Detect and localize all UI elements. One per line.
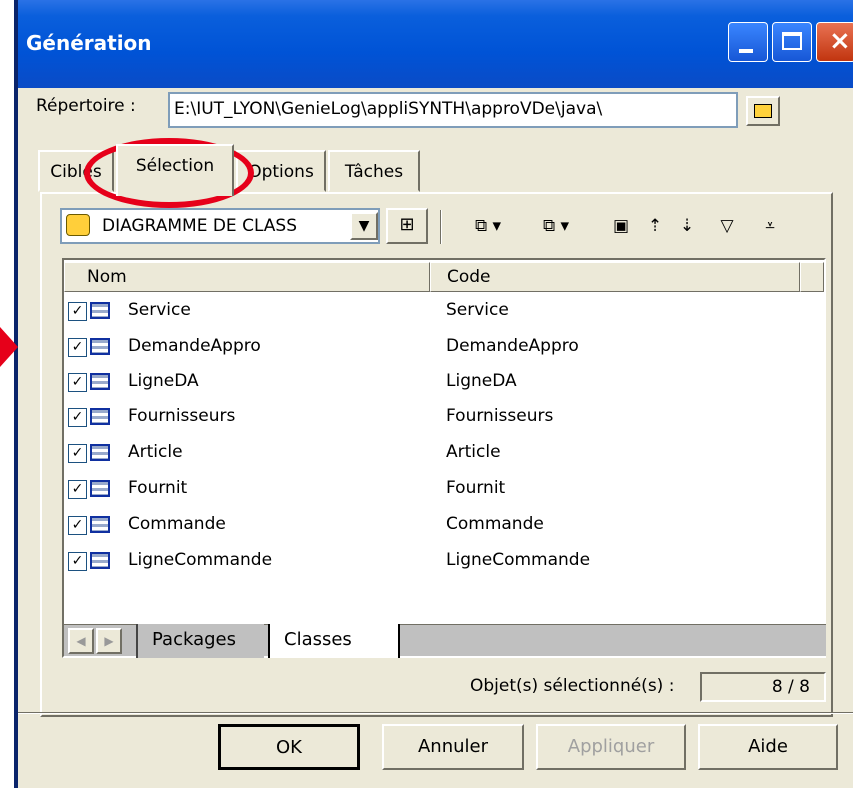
ok-button[interactable]: OK xyxy=(218,724,360,770)
move-down-button[interactable]: ⇣ xyxy=(672,210,702,244)
class-icon xyxy=(90,480,110,497)
row-code: Fournisseurs xyxy=(446,406,554,426)
repertoire-label: Répertoire : xyxy=(36,96,136,116)
filter-icon: ▽ xyxy=(720,216,734,236)
table-row[interactable]: ✓ LigneCommande LigneCommande xyxy=(68,546,788,580)
maximize-button[interactable] xyxy=(772,22,812,62)
row-code: LigneDA xyxy=(446,371,517,391)
browse-folder-button[interactable] xyxy=(746,96,780,126)
column-header-nom[interactable]: Nom xyxy=(64,262,430,292)
table-row[interactable]: ✓ Fournit Fournit xyxy=(68,474,788,508)
maximize-icon xyxy=(782,32,802,50)
apply-button[interactable]: Appliquer xyxy=(536,724,686,770)
table-row[interactable]: ✓ Article Article xyxy=(68,438,788,472)
divider xyxy=(18,712,853,714)
row-code: Service xyxy=(446,300,509,320)
row-code: Fournit xyxy=(446,478,506,498)
row-name: LigneDA xyxy=(128,371,199,391)
row-name: Fournit xyxy=(128,478,188,498)
select-all-button[interactable]: ⧉ ▾ xyxy=(462,210,514,244)
class-icon xyxy=(90,408,110,425)
graphical-selection-icon: ▣ xyxy=(612,216,630,236)
checkbox-checked[interactable]: ✓ xyxy=(68,338,87,357)
chevron-down-icon: ▼ xyxy=(358,218,370,234)
hierarchy-button[interactable]: ⊞ xyxy=(386,208,428,244)
checkbox-checked[interactable]: ✓ xyxy=(68,516,87,535)
class-icon xyxy=(90,444,110,461)
column-header-code[interactable]: Code xyxy=(430,262,800,292)
tab-selection[interactable]: Sélection xyxy=(116,144,234,196)
row-code: Article xyxy=(446,442,501,462)
hierarchy-icon: ⊞ xyxy=(399,214,415,235)
table-row[interactable]: ✓ Commande Commande xyxy=(68,510,788,544)
scroll-right-button[interactable]: ▶ xyxy=(96,628,122,654)
row-code: DemandeAppro xyxy=(446,336,579,356)
diagram-select[interactable]: DIAGRAMME DE CLASS xyxy=(60,208,380,244)
class-icon xyxy=(90,516,110,533)
tab-taches[interactable]: Tâches xyxy=(328,150,420,192)
class-icon xyxy=(90,338,110,355)
checkbox-checked[interactable]: ✓ xyxy=(68,444,87,463)
minimize-button[interactable] xyxy=(728,22,768,62)
help-button[interactable]: Aide xyxy=(698,724,838,770)
table-row[interactable]: ✓ LigneDA LigneDA xyxy=(68,367,788,401)
filter-settings-icon: ⩡ xyxy=(765,216,775,236)
row-name: DemandeAppro xyxy=(128,336,261,356)
row-code: Commande xyxy=(446,514,544,534)
arrow-right-icon: ▶ xyxy=(104,634,114,648)
deselect-all-icon: ⧉ ▾ xyxy=(542,216,570,236)
row-name: Article xyxy=(128,442,183,462)
move-down-icon: ⇣ xyxy=(679,216,695,236)
class-icon xyxy=(90,552,110,569)
diagram-icon xyxy=(66,214,90,236)
filter-settings-button[interactable]: ⩡ xyxy=(750,210,790,244)
move-up-button[interactable]: ⇡ xyxy=(640,210,670,244)
table-row[interactable]: ✓ DemandeAppro DemandeAppro xyxy=(68,332,788,366)
toolbar-divider xyxy=(440,210,442,244)
selected-count-label: Objet(s) sélectionné(s) : xyxy=(470,676,675,696)
arrow-right-icon xyxy=(0,327,18,367)
select-all-icon: ⧉ ▾ xyxy=(474,216,502,236)
row-name: Service xyxy=(128,300,191,320)
cancel-button[interactable]: Annuler xyxy=(382,724,524,770)
checkbox-checked[interactable]: ✓ xyxy=(68,302,87,321)
checkbox-checked[interactable]: ✓ xyxy=(68,480,87,499)
table-row[interactable]: ✓ Fournisseurs Fournisseurs xyxy=(68,402,788,436)
window-title: Génération xyxy=(26,31,152,55)
arrow-left-icon: ◀ xyxy=(76,634,86,648)
dropdown-button[interactable]: ▼ xyxy=(350,212,378,240)
folder-icon xyxy=(754,104,772,118)
row-name: Commande xyxy=(128,514,226,534)
filter-button[interactable]: ▽ xyxy=(708,210,746,244)
checkbox-checked[interactable]: ✓ xyxy=(68,373,87,392)
move-up-icon: ⇡ xyxy=(647,216,663,236)
scroll-left-button[interactable]: ◀ xyxy=(68,628,94,654)
minimize-icon xyxy=(739,49,753,53)
deselect-all-button[interactable]: ⧉ ▾ xyxy=(530,210,582,244)
class-icon xyxy=(90,302,110,319)
selected-count-value: 8 / 8 xyxy=(700,672,826,702)
sheet-tab-packages[interactable]: Packages xyxy=(136,624,264,658)
close-icon: × xyxy=(829,26,851,56)
checkbox-checked[interactable]: ✓ xyxy=(68,408,87,427)
sheet-tab-classes[interactable]: Classes xyxy=(268,624,400,658)
row-name: Fournisseurs xyxy=(128,406,236,426)
checkbox-checked[interactable]: ✓ xyxy=(68,552,87,571)
close-button[interactable]: × xyxy=(816,22,853,62)
use-graphical-selection-button[interactable]: ▣ xyxy=(606,210,636,244)
repertoire-input[interactable]: E:\IUT_LYON\GenieLog\appliSYNTH\approVDe… xyxy=(168,92,738,128)
class-icon xyxy=(90,373,110,390)
column-header-filler xyxy=(800,262,824,292)
row-code: LigneCommande xyxy=(446,550,591,570)
row-name: LigneCommande xyxy=(128,550,273,570)
table-row[interactable]: ✓ Service Service xyxy=(68,296,788,330)
